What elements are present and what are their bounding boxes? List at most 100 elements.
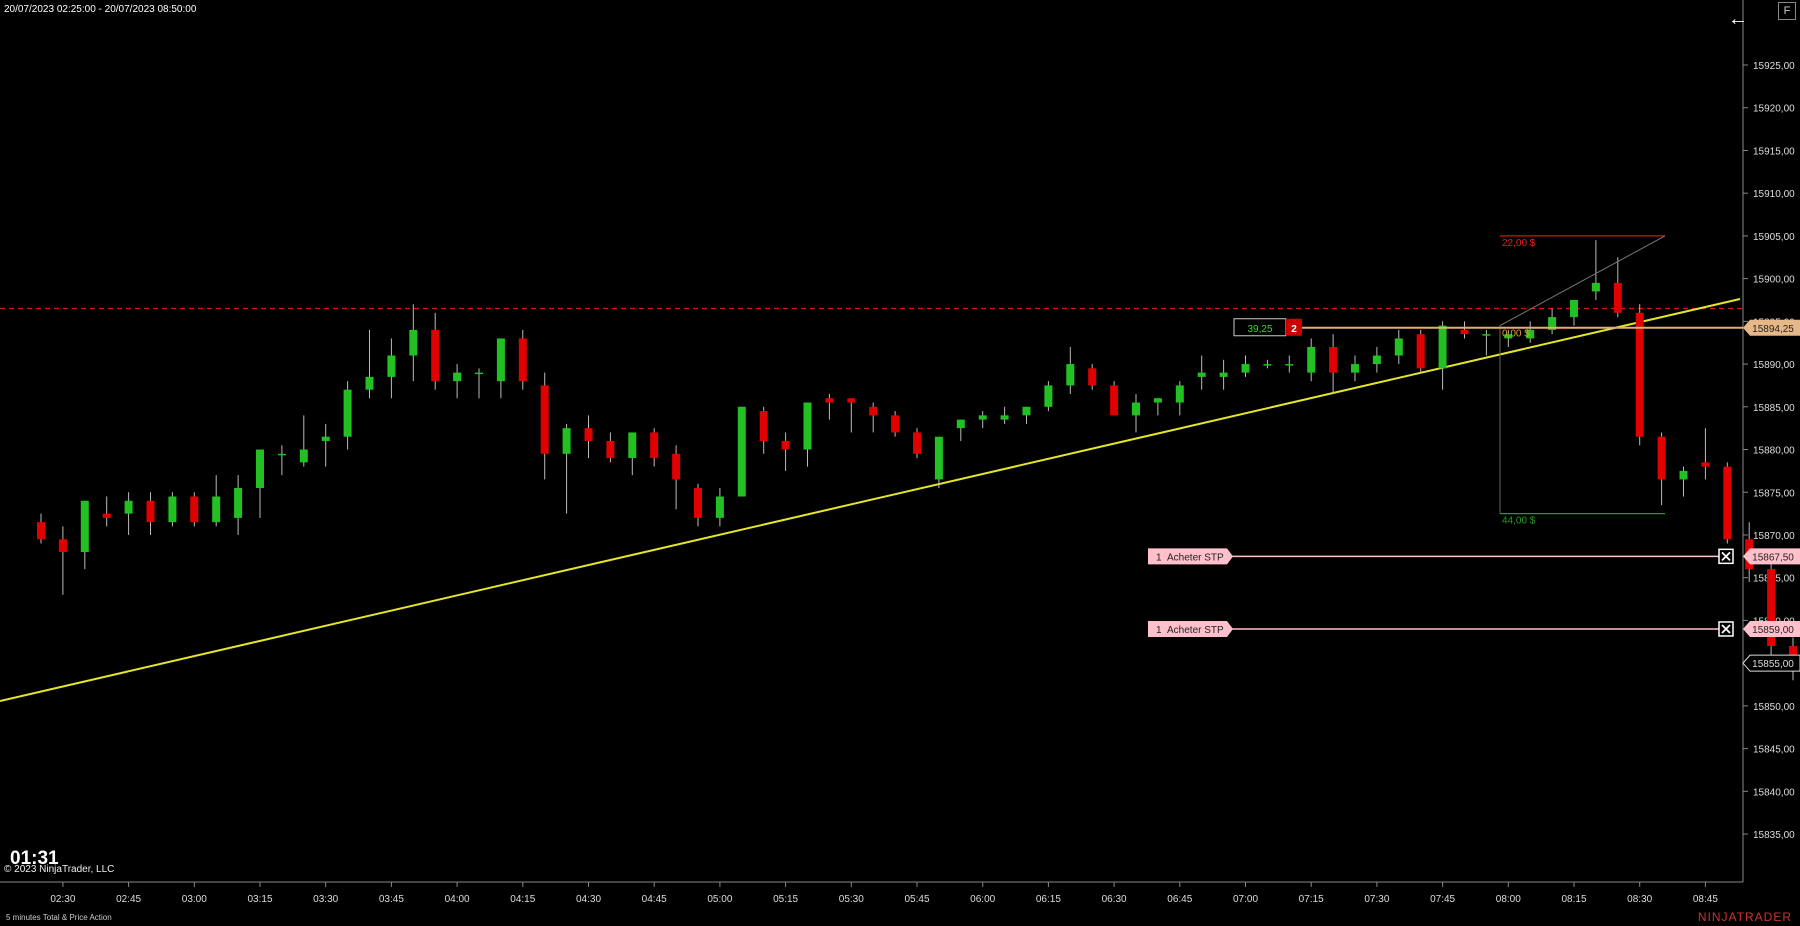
candle-body xyxy=(913,432,921,454)
position-count: 2 xyxy=(1291,324,1297,335)
y-tick-label: 15870,00 xyxy=(1753,531,1795,542)
candle-body xyxy=(37,522,45,540)
x-tick-label: 07:30 xyxy=(1364,894,1389,905)
candle-body xyxy=(1591,282,1600,292)
candle-body xyxy=(781,440,790,450)
candle-body xyxy=(1044,385,1053,407)
candle-body xyxy=(1066,364,1075,386)
candle-body xyxy=(1307,346,1316,373)
candle-body xyxy=(321,436,330,441)
candle-body xyxy=(1241,364,1250,373)
x-tick-label: 03:00 xyxy=(182,894,207,905)
x-tick-label: 06:15 xyxy=(1036,894,1061,905)
price-marker-label: 15894,25 xyxy=(1752,324,1794,335)
candle-body xyxy=(1351,364,1359,373)
y-tick-label: 15925,00 xyxy=(1753,61,1795,72)
candle-body xyxy=(1679,470,1688,480)
order-label: Acheter STP xyxy=(1167,625,1224,636)
candle-body xyxy=(124,500,133,514)
x-tick-label: 04:15 xyxy=(510,894,535,905)
candle-body xyxy=(891,415,900,433)
stop-pnl-label: 44,00 $ xyxy=(1502,516,1536,527)
candle-body xyxy=(343,389,352,437)
candle-body xyxy=(431,329,440,382)
f-button[interactable]: F xyxy=(1778,2,1796,20)
x-tick-label: 03:30 xyxy=(313,894,338,905)
candle-body xyxy=(737,406,746,497)
x-tick-label: 02:30 xyxy=(50,894,75,905)
last-price-label: 15855,00 xyxy=(1752,659,1794,670)
candle-body xyxy=(1329,346,1338,373)
candle-body xyxy=(1263,364,1272,366)
x-tick-label: 03:45 xyxy=(379,894,404,905)
y-tick-label: 15920,00 xyxy=(1753,104,1795,115)
price-marker-label: 15859,00 xyxy=(1752,625,1794,636)
candle-body xyxy=(475,372,483,375)
target-pnl-label: 22,00 $ xyxy=(1502,238,1536,249)
x-tick-label: 02:45 xyxy=(116,894,141,905)
date-range-label: 20/07/2023 02:25:00 - 20/07/2023 08:50:0… xyxy=(4,4,197,15)
candle-body xyxy=(1132,402,1140,416)
candle-body xyxy=(409,329,418,356)
y-tick-label: 15905,00 xyxy=(1753,232,1795,243)
candle-body xyxy=(518,338,527,382)
candle-body xyxy=(212,496,221,523)
candle-body xyxy=(1285,364,1294,366)
candle-body xyxy=(1153,398,1162,403)
candle-body xyxy=(803,402,812,450)
candle-body xyxy=(80,500,89,553)
x-tick-label: 06:30 xyxy=(1102,894,1127,905)
y-tick-label: 15910,00 xyxy=(1753,189,1795,200)
candle-body xyxy=(869,406,878,416)
candle-body xyxy=(956,419,965,429)
entry-pnl-label: 0,00 $ xyxy=(1502,329,1530,340)
candle-body xyxy=(453,372,462,382)
candle-body xyxy=(540,385,549,454)
candle-body xyxy=(672,453,681,480)
candle-body xyxy=(256,449,264,488)
position-qty: 39,25 xyxy=(1247,324,1272,335)
x-tick-label: 05:45 xyxy=(904,894,929,905)
candle-body xyxy=(58,539,67,553)
x-tick-label: 08:00 xyxy=(1496,894,1521,905)
candle-body xyxy=(562,428,571,454)
x-tick-label: 07:45 xyxy=(1430,894,1455,905)
candle-body xyxy=(978,415,987,420)
y-tick-label: 15885,00 xyxy=(1753,403,1795,414)
y-tick-label: 15845,00 xyxy=(1753,745,1795,756)
candle-body xyxy=(299,449,308,463)
candle-body xyxy=(1219,372,1228,377)
candle-body xyxy=(1110,385,1119,416)
price-chart[interactable]: 15925,00 15920,00 15915,00 15910,00 15905,00… xyxy=(0,0,1800,926)
candle-body xyxy=(1000,415,1009,420)
x-tick-label: 04:45 xyxy=(642,894,667,905)
x-tick-label: 05:15 xyxy=(773,894,798,905)
candle-body xyxy=(1570,299,1578,318)
candle-body xyxy=(365,376,374,390)
candle-body xyxy=(387,355,396,377)
candle-body xyxy=(496,338,505,382)
y-tick-label: 15890,00 xyxy=(1753,360,1795,371)
candle-body xyxy=(1197,372,1206,377)
order-label: Acheter STP xyxy=(1167,552,1224,563)
x-tick-label: 08:30 xyxy=(1627,894,1652,905)
order-qty: 1 xyxy=(1156,552,1162,563)
x-tick-label: 05:00 xyxy=(707,894,732,905)
x-tick-label: 07:00 xyxy=(1233,894,1258,905)
x-tick-label: 08:15 xyxy=(1561,894,1586,905)
candle-body xyxy=(1723,466,1732,540)
y-tick-label: 15900,00 xyxy=(1753,275,1795,286)
candle-body xyxy=(825,398,834,403)
candle-body xyxy=(715,496,724,518)
candle-body xyxy=(1175,385,1184,403)
candle-body xyxy=(694,487,702,518)
trade-diagonal xyxy=(1499,235,1666,327)
y-tick-label: 15840,00 xyxy=(1753,787,1795,798)
candle-body xyxy=(1438,325,1447,369)
x-tick-label: 05:30 xyxy=(839,894,864,905)
y-tick-label: 15850,00 xyxy=(1753,702,1795,713)
candle-body xyxy=(168,496,177,523)
candle-body xyxy=(628,432,637,459)
arrow-left-icon[interactable]: ← xyxy=(1728,8,1748,31)
status-label: 5 minutes Total & Price Action xyxy=(6,913,112,922)
